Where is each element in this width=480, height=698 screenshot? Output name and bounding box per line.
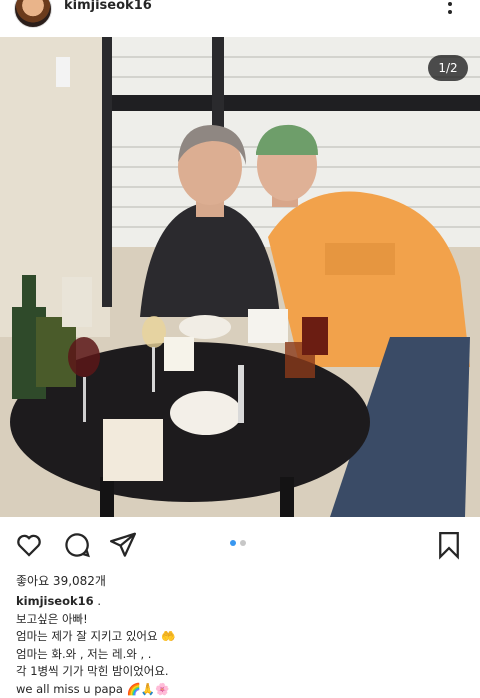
bookmark-outline-icon[interactable] xyxy=(434,530,464,560)
hands-emoji-icon: 🤲 xyxy=(161,629,175,643)
avatar[interactable] xyxy=(14,0,52,28)
caption-username[interactable]: kimjiseok16 xyxy=(16,594,94,608)
more-vertical-icon[interactable] xyxy=(446,0,454,16)
caption-line-2-text: 엄마는 제가 잘 지키고 있어요 xyxy=(16,629,158,643)
caption-username-suffix: . xyxy=(97,594,101,608)
caption-line-4: 각 1병씩 기가 막힌 밤이었어요. xyxy=(16,663,466,681)
image-counter-badge: 1/2 xyxy=(428,55,468,81)
heart-outline-icon[interactable] xyxy=(14,530,44,560)
caption-line-5-text: we all miss u papa xyxy=(16,682,123,696)
caption-header-line: kimjiseok16 . xyxy=(16,593,466,611)
post-header: kimjiseok16 xyxy=(0,0,480,36)
caption-line-2: 엄마는 제가 잘 지키고 있어요 🤲 xyxy=(16,628,466,646)
likes-count[interactable]: 좋아요 39,082개 xyxy=(16,572,106,589)
carousel-indicator xyxy=(230,540,246,546)
comment-bubble-icon[interactable] xyxy=(62,530,92,560)
carousel-dot xyxy=(240,540,246,546)
post-username[interactable]: kimjiseok16 xyxy=(64,0,152,13)
carousel-dot-active xyxy=(230,540,236,546)
rainbow-emoji-icon: 🌈🙏🌸 xyxy=(127,682,170,696)
caption-line-5: we all miss u papa 🌈🙏🌸 xyxy=(16,681,466,698)
post-photo[interactable]: 1/2 xyxy=(0,37,480,517)
post-caption: kimjiseok16 . 보고싶은 아빠! 엄마는 제가 잘 지키고 있어요 … xyxy=(16,593,466,698)
caption-line-1: 보고싶은 아빠! xyxy=(16,611,466,629)
caption-line-3: 엄마는 화.와 , 저는 레.와 , . xyxy=(16,646,466,664)
paper-plane-icon[interactable] xyxy=(108,530,138,560)
